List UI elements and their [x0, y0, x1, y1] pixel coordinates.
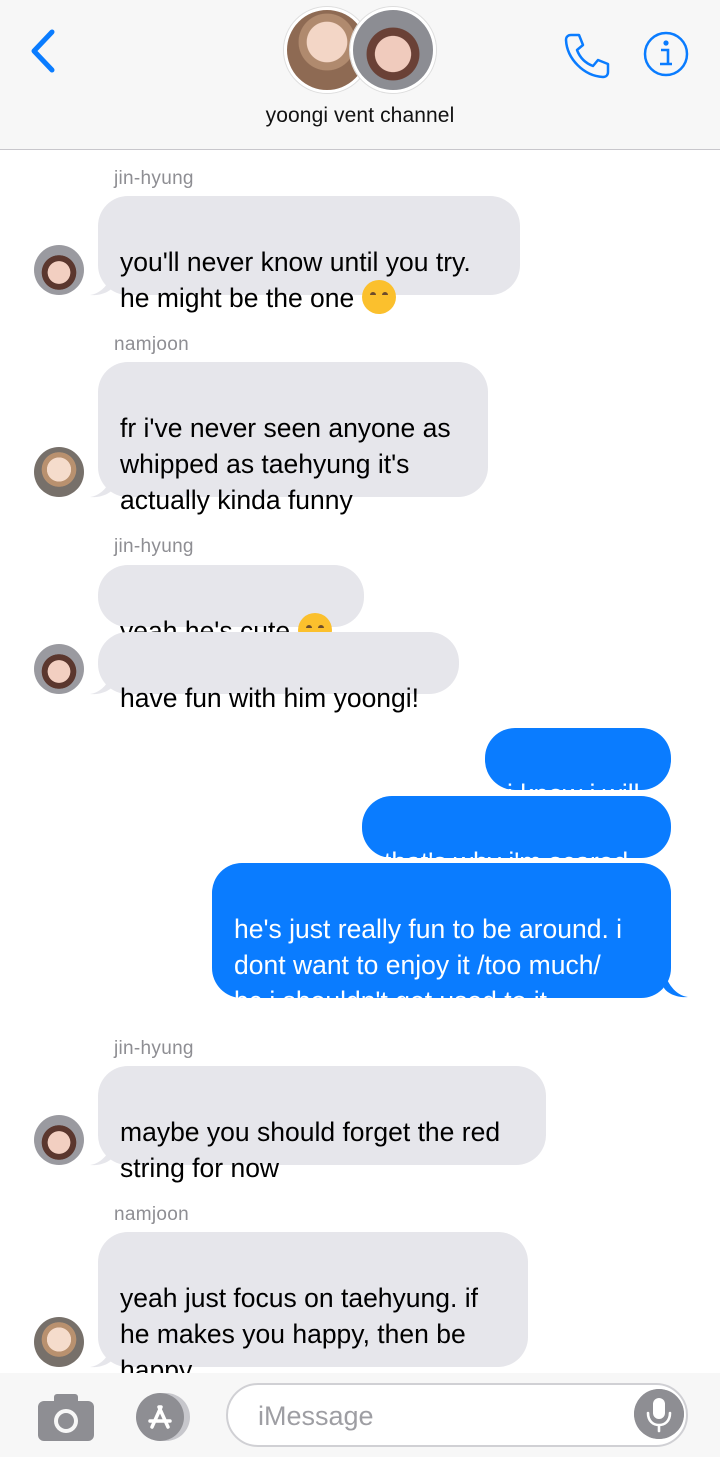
conversation-header: yoongi vent channel [0, 0, 720, 150]
incoming-message-bubble[interactable]: maybe you should forget the red string f… [98, 1066, 546, 1183]
camera-icon[interactable] [36, 1391, 96, 1443]
message-text: you'll never know until you try. he migh… [120, 247, 471, 313]
avatar[interactable] [34, 447, 84, 497]
incoming-message-bubble[interactable]: fr i've never seen anyone as whipped as … [98, 362, 488, 515]
outgoing-message-bubble[interactable]: that's why i'm scared [362, 796, 671, 877]
sender-name: jin-hyung [114, 1038, 194, 1059]
avatar[interactable] [34, 1115, 84, 1165]
message-text: yeah just focus on taehyung. if he makes… [120, 1283, 478, 1385]
phone-icon[interactable] [562, 30, 612, 80]
bubble-tail [90, 472, 114, 498]
message-text: maybe you should forget the red string f… [120, 1117, 501, 1183]
message-text: fr i've never seen anyone as whipped as … [120, 413, 451, 515]
incoming-message-bubble[interactable]: yeah just focus on taehyung. if he makes… [98, 1232, 528, 1385]
sender-name: namjoon [114, 334, 189, 355]
compose-bar [0, 1373, 720, 1457]
bubble-tail [90, 1140, 114, 1166]
imessage-field[interactable] [226, 1383, 688, 1447]
incoming-message-bubble[interactable]: you'll never know until you try. he migh… [98, 196, 520, 314]
message-input[interactable] [256, 1395, 620, 1437]
avatar [350, 7, 436, 93]
conversation-title[interactable]: yoongi vent channel [0, 104, 720, 128]
message-text: have fun with him yoongi! [120, 683, 420, 713]
bubble-tail [90, 669, 114, 695]
sender-name: jin-hyung [114, 536, 194, 557]
chevron-left-icon[interactable] [26, 28, 60, 74]
outgoing-message-bubble[interactable]: i know i will [485, 728, 671, 809]
incoming-message-bubble[interactable]: have fun with him yoongi! [98, 632, 459, 713]
avatar[interactable] [34, 245, 84, 295]
bubble-tail [90, 270, 114, 296]
message-text: he's just really fun to be around. i don… [234, 914, 623, 1016]
avatar[interactable] [34, 1317, 84, 1367]
avatar[interactable] [34, 644, 84, 694]
bubble-tail [664, 972, 688, 998]
sender-name: namjoon [114, 1204, 189, 1225]
app-store-icon[interactable] [130, 1391, 196, 1443]
group-avatars[interactable] [284, 6, 436, 93]
bubble-tail [90, 1342, 114, 1368]
outgoing-message-bubble[interactable]: he's just really fun to be around. i don… [212, 863, 671, 1016]
info-icon[interactable] [642, 30, 690, 78]
face-with-hand-over-mouth-icon [362, 280, 397, 314]
sender-name: jin-hyung [114, 168, 194, 189]
microphone-icon[interactable] [634, 1389, 684, 1439]
incoming-message-bubble[interactable]: yeah he's cute [98, 565, 364, 647]
